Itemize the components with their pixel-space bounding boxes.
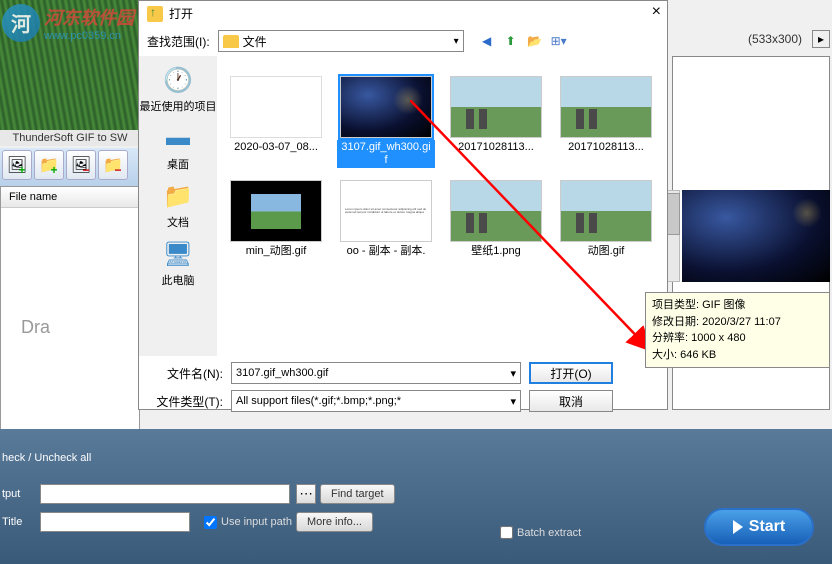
cancel-button[interactable]: 取消 (529, 390, 613, 412)
filetype-label: 文件类型(T): (149, 393, 223, 410)
watermark-logo: 河 河东软件园 www.pc0359.cn (0, 0, 140, 45)
file-item[interactable]: 20171028113... (447, 76, 545, 168)
pc-icon: 🖥 (162, 238, 194, 270)
path-label: 查找范围(I): (147, 33, 210, 50)
watermark-url: www.pc0359.cn (44, 30, 134, 42)
watermark-icon: 河 (2, 4, 40, 42)
open-icon (147, 6, 163, 22)
start-button[interactable]: Start (704, 508, 814, 546)
app-toolbar: 🖼 📁 🖼 📁 (0, 148, 140, 186)
file-tooltip: 项目类型: GIF 图像 修改日期: 2020/3/27 11:07 分辨率: … (645, 292, 830, 368)
remove-file-button[interactable]: 🖼 (66, 150, 96, 180)
file-thumbnail (230, 180, 322, 242)
chevron-down-icon[interactable]: ▾ (510, 395, 516, 408)
file-item-selected[interactable]: 3107.gif_wh300.gif (337, 76, 435, 168)
find-target-button[interactable]: Find target (320, 484, 395, 504)
open-button[interactable]: 打开(O) (529, 362, 613, 384)
up-icon[interactable]: ⬆ (502, 32, 520, 50)
chevron-down-icon[interactable]: ▾ (510, 367, 516, 380)
file-item[interactable]: Lorem ipsum dolor sit amet consectetur a… (337, 180, 435, 259)
view-menu-icon[interactable]: ⊞▾ (550, 32, 568, 50)
chevron-down-icon: ▾ (454, 36, 459, 47)
open-dialog: × 打开 查找范围(I): 文件 ▾ ◀ ⬆ 📂 ⊞▾ 🕐 最近使用的项目 ▬ … (138, 0, 668, 410)
batch-extract-check[interactable] (500, 526, 513, 539)
app-title: ThunderSoft GIF to SW (0, 130, 140, 146)
file-thumbnail (450, 76, 542, 138)
sidebar-desktop[interactable]: ▬ 桌面 (162, 122, 194, 172)
batch-extract-checkbox[interactable]: Batch extract (500, 526, 581, 539)
bottom-panel: heck / Uncheck all tput ⋯ Find target Ti… (0, 429, 832, 564)
file-list: File name Dra (0, 186, 140, 431)
dialog-title-bar: 打开 (139, 1, 667, 26)
path-dropdown[interactable]: 文件 ▾ (218, 30, 464, 52)
new-folder-icon[interactable]: 📂 (526, 32, 544, 50)
back-icon[interactable]: ◀ (478, 32, 496, 50)
file-thumbnail (560, 180, 652, 242)
add-folder-button[interactable]: 📁 (34, 150, 64, 180)
folder-icon (223, 35, 239, 48)
preview-toggle-button[interactable]: ▸ (812, 30, 830, 48)
output-browse-button[interactable]: ⋯ (296, 484, 316, 504)
title-input[interactable] (40, 512, 190, 532)
file-item[interactable]: min_动图.gif (227, 180, 325, 259)
file-list-header: File name (1, 187, 139, 208)
file-browser[interactable]: 2020-03-07_08... 3107.gif_wh300.gif 2017… (217, 56, 667, 356)
desktop-icon: ▬ (162, 122, 194, 154)
file-thumbnail (450, 180, 542, 242)
title-label: Title (0, 516, 40, 528)
dialog-title: 打开 (169, 5, 193, 22)
file-item[interactable]: 2020-03-07_08... (227, 76, 325, 168)
recent-icon: 🕐 (162, 64, 194, 96)
dialog-close-button[interactable]: × (652, 3, 661, 21)
use-input-path-check[interactable] (204, 516, 217, 529)
sidebar-documents[interactable]: 📁 文档 (162, 180, 194, 230)
sidebar-recent[interactable]: 🕐 最近使用的项目 (140, 64, 217, 114)
drag-hint: Dra (21, 317, 50, 338)
file-thumbnail: Lorem ipsum dolor sit amet consectetur a… (340, 180, 432, 242)
more-info-button[interactable]: More info... (296, 512, 373, 532)
preview-dimensions: (533x300) (748, 32, 802, 46)
start-arrow-icon (733, 520, 743, 534)
watermark-main: 河东软件园 (44, 4, 134, 30)
dialog-sidebar: 🕐 最近使用的项目 ▬ 桌面 📁 文档 🖥 此电脑 (139, 56, 217, 356)
documents-icon: 📁 (162, 180, 194, 212)
file-thumbnail (230, 76, 322, 138)
preview-image (682, 190, 830, 282)
check-all-label[interactable]: heck / Uncheck all (2, 452, 91, 464)
output-input[interactable] (40, 484, 290, 504)
add-file-button[interactable]: 🖼 (2, 150, 32, 180)
file-item[interactable]: 20171028113... (557, 76, 655, 168)
filename-label: 文件名(N): (149, 365, 223, 382)
filetype-dropdown[interactable]: All support files(*.gif;*.bmp;*.png;* ▾ (231, 390, 521, 412)
output-label: tput (0, 488, 40, 500)
file-thumbnail (560, 76, 652, 138)
filename-input[interactable]: 3107.gif_wh300.gif ▾ (231, 362, 521, 384)
remove-all-button[interactable]: 📁 (98, 150, 128, 180)
file-item[interactable]: 壁纸1.png (447, 180, 545, 259)
file-item[interactable]: 动图.gif (557, 180, 655, 259)
file-thumbnail (340, 76, 432, 138)
use-input-path-checkbox[interactable]: Use input path (204, 516, 292, 529)
sidebar-thispc[interactable]: 🖥 此电脑 (162, 238, 195, 288)
